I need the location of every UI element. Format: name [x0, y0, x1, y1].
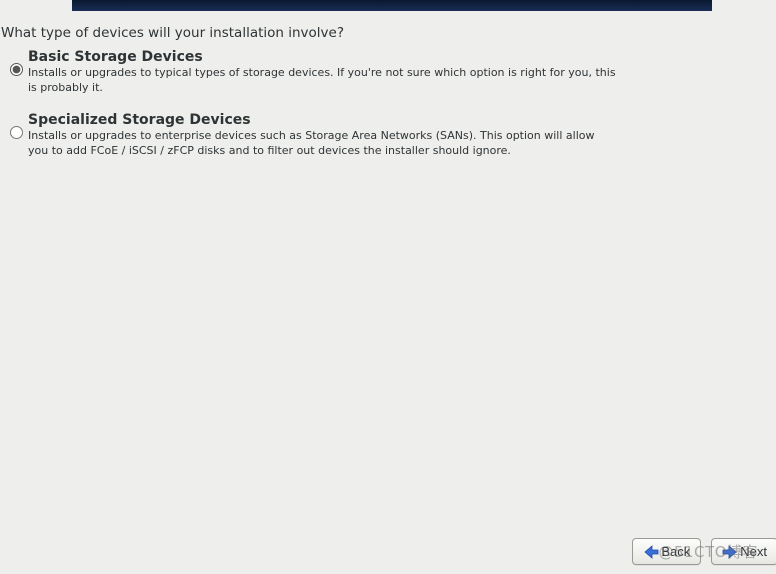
option-description: Installs or upgrades to typical types of…	[28, 66, 618, 96]
option-basic-storage[interactable]: Basic Storage Devices Installs or upgrad…	[6, 49, 636, 96]
option-title: Basic Storage Devices	[28, 49, 636, 65]
back-button[interactable]: Back	[632, 538, 701, 565]
storage-options: Basic Storage Devices Installs or upgrad…	[6, 49, 636, 174]
navigation-buttons: Back Next	[632, 538, 776, 565]
option-content: Specialized Storage Devices Installs or …	[26, 112, 636, 159]
option-description: Installs or upgrades to enterprise devic…	[28, 129, 618, 159]
back-button-label: Back	[661, 544, 690, 559]
page-question: What type of devices will your installat…	[1, 25, 344, 41]
radio-specialized-storage[interactable]	[10, 126, 23, 139]
header-banner	[72, 0, 712, 11]
arrow-right-icon	[722, 545, 738, 559]
radio-basic-storage[interactable]	[10, 63, 23, 76]
next-button[interactable]: Next	[711, 538, 776, 565]
arrow-left-icon	[643, 545, 659, 559]
radio-wrap	[6, 49, 26, 76]
radio-wrap	[6, 112, 26, 139]
option-content: Basic Storage Devices Installs or upgrad…	[26, 49, 636, 96]
option-specialized-storage[interactable]: Specialized Storage Devices Installs or …	[6, 112, 636, 159]
next-button-label: Next	[740, 544, 767, 559]
option-title: Specialized Storage Devices	[28, 112, 636, 128]
